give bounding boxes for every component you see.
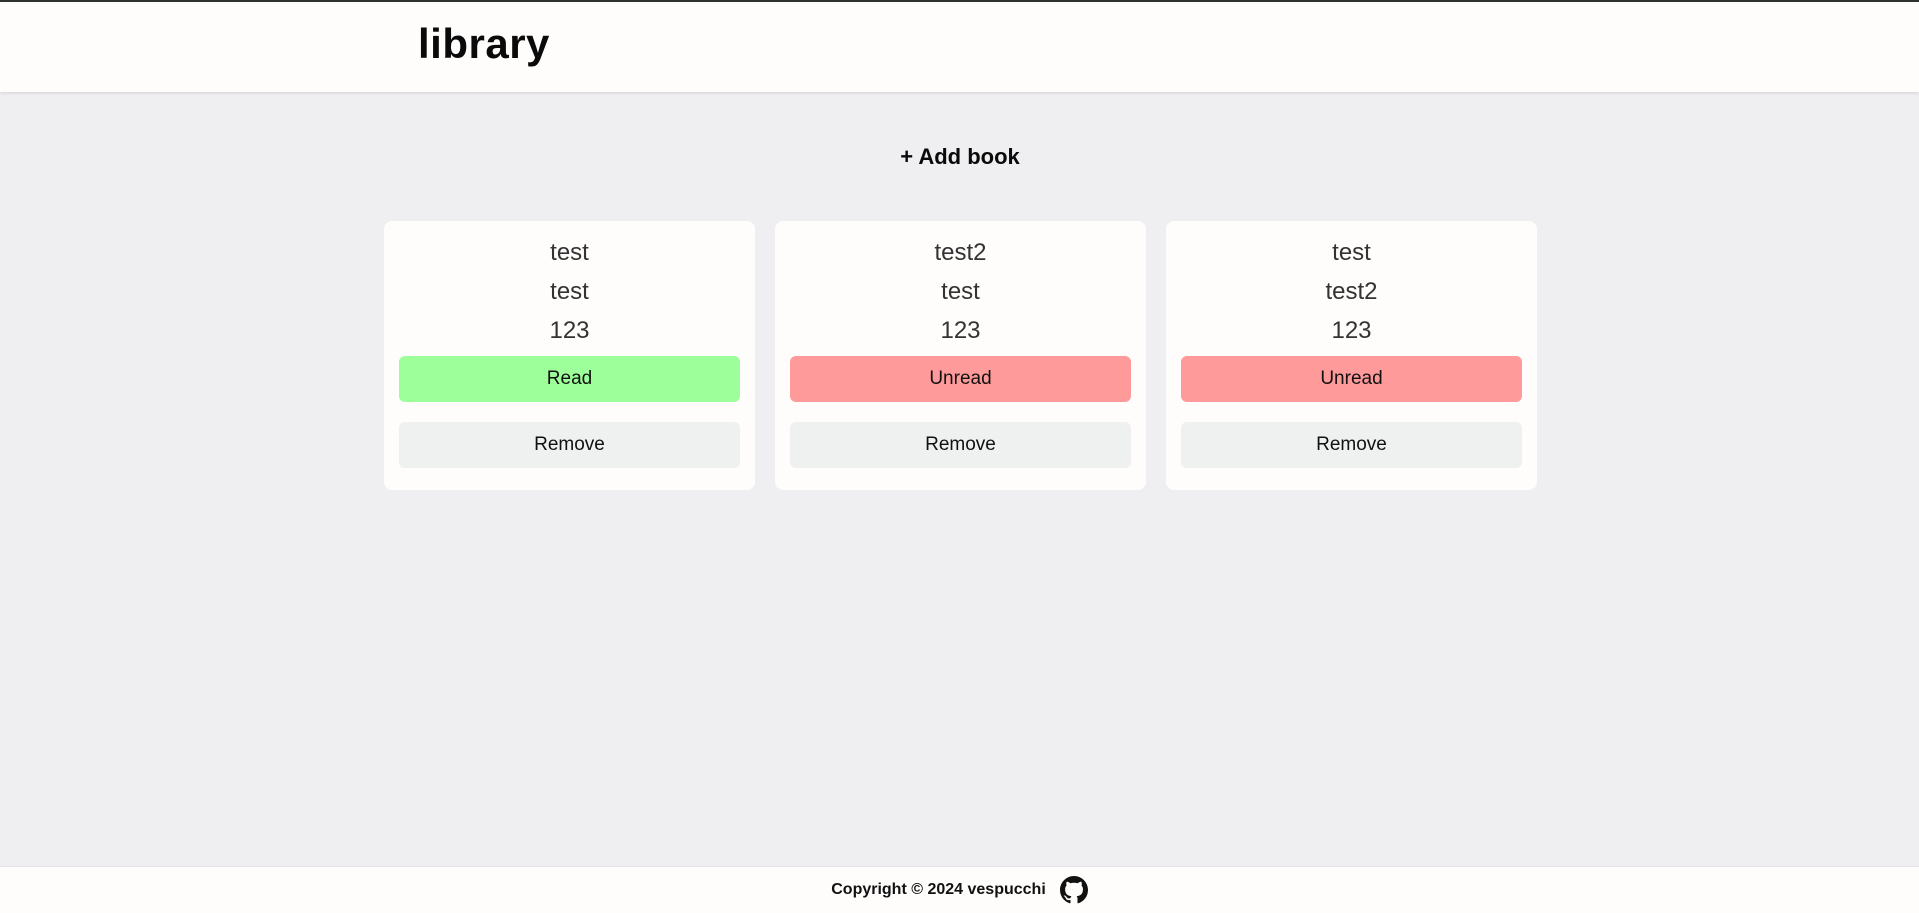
- page: library + Add book test test 123 Read Re…: [0, 0, 1919, 913]
- github-icon[interactable]: [1059, 876, 1088, 904]
- add-book-button[interactable]: + Add book: [880, 134, 1040, 180]
- read-status-toggle[interactable]: Read: [399, 356, 740, 402]
- copyright-text: Copyright © 2024 vespucchi: [831, 881, 1046, 898]
- footer: Copyright © 2024 vespucchi: [0, 866, 1919, 913]
- book-pages: 123: [549, 316, 590, 344]
- book-title: test: [1332, 238, 1371, 266]
- remove-book-button[interactable]: Remove: [790, 422, 1131, 468]
- book-author: test: [550, 277, 589, 305]
- remove-book-button[interactable]: Remove: [399, 422, 740, 468]
- book-title: test2: [934, 238, 987, 266]
- remove-book-button[interactable]: Remove: [1181, 422, 1522, 468]
- app-header: library: [0, 2, 1919, 92]
- book-author: test2: [1325, 277, 1378, 305]
- book-pages: 123: [1331, 316, 1372, 344]
- book-pages: 123: [940, 316, 981, 344]
- book-title: test: [550, 238, 589, 266]
- book-author: test: [941, 277, 980, 305]
- book-card: test test 123 Read Remove: [384, 221, 755, 490]
- book-card: test test2 123 Unread Remove: [1166, 221, 1537, 490]
- book-grid: test test 123 Read Remove test2 test 123…: [384, 221, 1537, 490]
- read-status-toggle[interactable]: Unread: [790, 356, 1131, 402]
- read-status-toggle[interactable]: Unread: [1181, 356, 1522, 402]
- book-card: test2 test 123 Unread Remove: [775, 221, 1146, 490]
- app-title: library: [418, 20, 550, 67]
